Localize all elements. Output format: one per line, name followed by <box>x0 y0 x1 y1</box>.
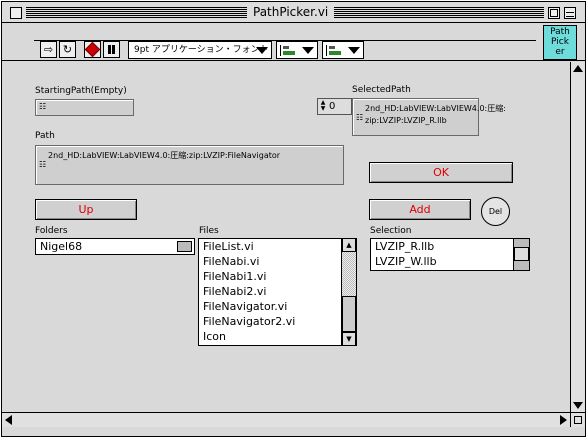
chevron-down-icon <box>256 47 268 54</box>
file-list-item[interactable]: FileNabi1.vi <box>199 269 356 284</box>
file-list-item[interactable]: FileNabi2.vi <box>199 284 356 299</box>
font-selector-label: 9pt アプリケーション・フォント <box>134 45 269 55</box>
path-label: Path <box>35 131 55 141</box>
selection-listbox[interactable]: LVZIP_R.llb LVZIP_W.llb <box>370 238 530 271</box>
file-list-item[interactable]: Icon <box>199 329 356 344</box>
file-list-item[interactable]: FileNavigator2.vi <box>199 314 356 329</box>
folders-value: Nigel68 <box>40 240 83 253</box>
folders-ring[interactable]: Nigel68 <box>35 238 195 255</box>
path-value: 2nd_HD:LabVIEW:LabVIEW4.0:圧縮:zip:LVZIP:F… <box>48 151 281 160</box>
files-list: FileList.vi FileNabi.vi FileNabi1.vi FileNa… <box>199 239 356 344</box>
distribute-icon <box>326 45 344 56</box>
selected-path-indicator: ☷ 2nd_HD:LabVIEW:LabVIEW4.0:圧縮: zip:LVZI… <box>352 98 506 136</box>
path-icon: ☷ <box>39 102 47 111</box>
numeric-control[interactable]: ▲ ▼ 0 <box>317 98 352 115</box>
scroll-down-arrow-icon[interactable]: ▼ <box>342 332 356 345</box>
vi-icon-line-1: Path <box>550 27 570 37</box>
starting-path-control[interactable]: ☷ <box>35 99 134 116</box>
title-bar[interactable]: PathPicker.vi <box>2 2 585 23</box>
selection-list-item[interactable]: LVZIP_W.llb <box>371 254 529 269</box>
pause-icon[interactable] <box>103 41 120 58</box>
file-list-item[interactable]: FileNabi.vi <box>199 254 356 269</box>
ok-button[interactable]: OK <box>369 162 513 183</box>
add-button[interactable]: Add <box>369 199 471 220</box>
run-continuously-icon[interactable]: ↻ <box>59 41 76 58</box>
zoom-box-icon[interactable] <box>548 7 560 19</box>
scroll-right-arrow-icon[interactable] <box>560 415 567 425</box>
window-title: PathPicker.vi <box>247 5 335 20</box>
file-list-item[interactable]: FileList.vi <box>199 239 356 254</box>
selection-list-item[interactable]: LVZIP_R.llb <box>371 239 529 254</box>
vi-icon[interactable]: Path Pick er <box>543 25 577 60</box>
align-objects-dropdown[interactable] <box>276 41 318 59</box>
file-list-item[interactable]: FileNavigator.vi <box>199 299 356 314</box>
vi-icon-line-2: Pick <box>551 37 569 47</box>
font-selector-dropdown[interactable]: 9pt アプリケーション・フォント <box>128 41 272 59</box>
delete-button[interactable]: Del <box>481 197 510 226</box>
close-box-icon[interactable] <box>10 7 22 19</box>
selected-path-line-1: 2nd_HD:LabVIEW:LabVIEW4.0:圧縮: <box>365 104 506 113</box>
up-button[interactable]: Up <box>35 199 137 220</box>
scroll-down-arrow-icon[interactable] <box>573 402 583 409</box>
resize-grow-box-icon[interactable] <box>570 412 585 427</box>
path-indicator: ☷ 2nd_HD:LabVIEW:LabVIEW4.0:圧縮:zip:LVZIP… <box>35 145 344 185</box>
increment-icon[interactable]: ▲ ▼ <box>319 100 327 113</box>
front-panel: StartingPath(Empty) ☷ ▲ ▼ 0 SelectedPath … <box>2 62 570 412</box>
path-icon: ☷ <box>39 160 47 169</box>
folders-label: Folders <box>35 226 68 236</box>
chevron-down-icon <box>348 47 360 54</box>
scroll-left-arrow-icon[interactable] <box>5 415 12 425</box>
files-label: Files <box>199 226 219 236</box>
ring-selector-icon[interactable] <box>177 241 192 252</box>
files-listbox[interactable]: FileList.vi FileNabi.vi FileNabi1.vi FileNa… <box>198 238 357 346</box>
selection-label: Selection <box>370 226 412 236</box>
abort-icon[interactable] <box>84 41 101 58</box>
chevron-down-icon <box>302 47 314 54</box>
vi-window: PathPicker.vi ⇨ ↻ 9pt アプリケーション・フォント Path… <box>1 1 586 437</box>
files-scrollbar[interactable]: ▲ ▼ <box>341 239 356 345</box>
scroll-up-arrow-icon[interactable]: ▲ <box>342 239 356 252</box>
window-vertical-scrollbar[interactable] <box>570 62 585 412</box>
path-icon: ☷ <box>356 113 364 122</box>
toolbar: ⇨ ↻ 9pt アプリケーション・フォント Path Pick er <box>2 24 585 61</box>
scroll-up-arrow-icon[interactable] <box>573 65 583 72</box>
numeric-value[interactable]: 0 <box>329 99 335 114</box>
selection-scrollbar[interactable] <box>513 239 529 270</box>
selected-path-label: SelectedPath <box>352 85 411 95</box>
distribute-objects-dropdown[interactable] <box>322 41 364 59</box>
selection-list: LVZIP_R.llb LVZIP_W.llb <box>371 239 529 269</box>
window-horizontal-scrollbar[interactable] <box>2 412 570 427</box>
run-arrow-icon[interactable]: ⇨ <box>40 41 57 58</box>
vi-icon-line-3: er <box>555 47 565 57</box>
selected-path-line-2: zip:LVZIP:LVZIP_R.llb <box>365 116 447 125</box>
selection-scrollbar-thumb[interactable] <box>514 247 529 261</box>
files-scrollbar-thumb[interactable] <box>342 296 356 332</box>
starting-path-label: StartingPath(Empty) <box>35 86 127 96</box>
align-icon <box>280 45 298 56</box>
collapse-box-icon[interactable] <box>564 7 576 19</box>
